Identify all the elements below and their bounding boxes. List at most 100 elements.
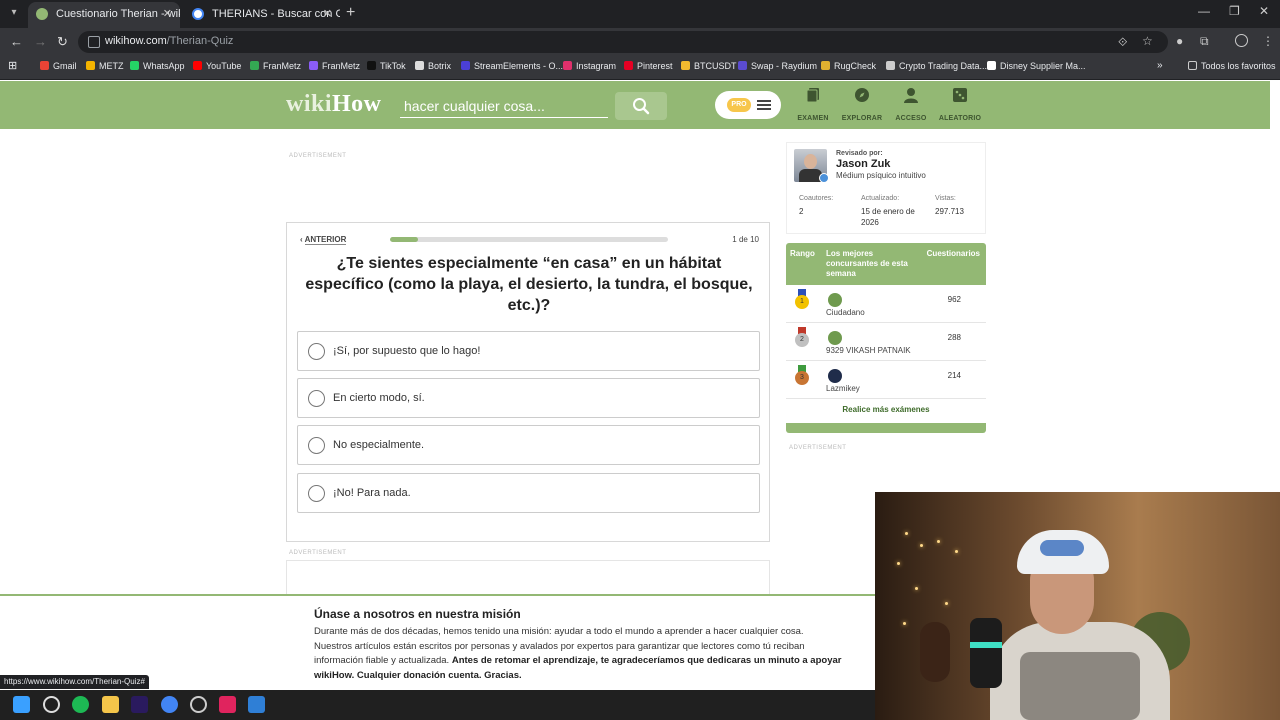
radio-button[interactable] (308, 343, 325, 360)
bookmark-favicon-icon (563, 61, 572, 70)
radio-button[interactable] (308, 390, 325, 407)
all-bookmarks-link[interactable]: Todos los favoritos (1188, 61, 1276, 71)
app-icon[interactable] (248, 696, 265, 713)
close-window-icon[interactable]: ✕ (1259, 4, 1269, 18)
forward-icon[interactable]: → (34, 34, 47, 49)
reviewer-label: Revisado por: (836, 150, 883, 157)
bookmark-item[interactable]: StreamElements - O... (461, 61, 563, 71)
windows-start-icon[interactable] (13, 696, 30, 713)
bookmark-item[interactable]: Crypto Trading Data... (886, 61, 987, 71)
apps-grid-icon[interactable]: ⊞ (8, 59, 17, 72)
tab-strip: ▾ Cuestionario Therian - wikiHow ✕ THERI… (0, 0, 1280, 28)
close-tab-icon[interactable]: ✕ (323, 2, 332, 26)
user-name[interactable]: 9329 VIKASH PATNAIK (826, 346, 911, 355)
answer-option-4[interactable]: ¡No! Para nada. (297, 473, 760, 513)
silver-medal-icon: 2 (795, 327, 809, 347)
spotify-icon[interactable] (72, 696, 89, 713)
progress-fill (390, 237, 418, 242)
bookmark-favicon-icon (193, 61, 202, 70)
toolbar: ← → ↻ wikihow.com/Therian-Quiz ⟐ ☆ ● ⧉ ⋮ (0, 28, 1280, 56)
answer-label: No especialmente. (333, 439, 425, 451)
answer-option-1[interactable]: ¡Sí, por supuesto que lo hago! (297, 331, 760, 371)
bookmark-item[interactable]: FranMetz (250, 61, 301, 71)
leaderboard-header: Rango Los mejores concursantes de esta s… (786, 243, 986, 285)
radio-button[interactable] (308, 485, 325, 502)
user-avatar[interactable] (828, 293, 842, 307)
close-tab-icon[interactable]: ✕ (163, 2, 172, 26)
user-name[interactable]: Ciudadano (826, 308, 865, 317)
compass-icon (855, 88, 869, 102)
nav-aleatorio[interactable]: ALEATORIO (935, 87, 985, 122)
tab-google[interactable]: THERIANS - Buscar con Google ✕ (184, 2, 340, 28)
answer-option-2[interactable]: En cierto modo, sí. (297, 378, 760, 418)
bookmark-item[interactable]: RugCheck (821, 61, 876, 71)
bookmark-favicon-icon (624, 61, 633, 70)
bookmark-item[interactable]: Gmail (40, 61, 77, 71)
bookmark-item[interactable]: Botrix (415, 61, 451, 71)
bookmark-item[interactable]: FranMetz (309, 61, 360, 71)
bookmark-item[interactable]: METZ (86, 61, 124, 71)
address-bar[interactable]: wikihow.com/Therian-Quiz ⟐ ☆ (78, 31, 1168, 53)
user-name[interactable]: Lazmikey (826, 384, 860, 393)
previous-link[interactable]: ‹ ANTERIOR (300, 235, 347, 245)
answer-option-3[interactable]: No especialmente. (297, 425, 760, 465)
advertisement-label: ADVERTISEMENT (289, 550, 347, 556)
tab-search-icon[interactable]: ▾ (6, 5, 22, 21)
bookmark-item[interactable]: Swap - Raydium (738, 61, 817, 71)
back-icon[interactable]: ← (10, 34, 23, 49)
site-info-icon[interactable] (88, 36, 100, 48)
bookmark-item[interactable]: Disney Supplier Ma... (987, 61, 1086, 71)
puzzle-icon[interactable]: ⧉ (1200, 34, 1209, 49)
premiere-icon[interactable] (131, 696, 148, 713)
tab-wikihow[interactable]: Cuestionario Therian - wikiHow ✕ (28, 2, 180, 28)
new-tab-button[interactable]: + (346, 4, 355, 22)
user-score: 962 (947, 295, 961, 304)
bookmark-item[interactable]: Instagram (563, 61, 616, 71)
pro-menu-button[interactable]: PRO (715, 91, 781, 119)
translate-icon[interactable]: ⟐ (1118, 35, 1127, 50)
bookmark-item[interactable]: Pinterest (624, 61, 673, 71)
donation-banner: Únase a nosotros en nuestra misión Duran… (0, 594, 876, 688)
radio-button[interactable] (308, 437, 325, 454)
bookmark-favicon-icon (886, 61, 895, 70)
bookmark-favicon-icon (309, 61, 318, 70)
more-quizzes-link[interactable]: Realice más exámenes (786, 405, 986, 414)
reviewer-name[interactable]: Jason Zuk (836, 158, 890, 170)
search-input[interactable] (400, 94, 608, 118)
leaderboard-row: 1 Ciudadano 962 (786, 285, 986, 323)
nav-explorar[interactable]: EXPLORAR (837, 87, 887, 122)
more-bookmarks-icon[interactable]: » (1157, 60, 1163, 71)
nav-examen[interactable]: EXAMEN (788, 87, 838, 122)
bookmark-item[interactable]: WhatsApp (130, 61, 185, 71)
file-explorer-icon[interactable] (102, 696, 119, 713)
tiktok-studio-icon[interactable] (219, 696, 236, 713)
bookmark-favicon-icon (821, 61, 830, 70)
search-icon[interactable] (43, 696, 60, 713)
bookmark-favicon-icon (461, 61, 470, 70)
bookmark-favicon-icon (415, 61, 424, 70)
dice-icon (953, 88, 967, 102)
user-avatar[interactable] (828, 369, 842, 383)
bookmarks-bar: ⊞ Gmail METZ WhatsApp YouTube FranMetz FranMe… (0, 56, 1280, 80)
bookmark-item[interactable]: BTCUSDT (681, 61, 737, 71)
leaderboard: Rango Los mejores concursantes de esta s… (786, 243, 986, 433)
wikihow-favicon-icon (36, 8, 48, 20)
bookmark-item[interactable]: YouTube (193, 61, 241, 71)
chevron-left-icon: ‹ (300, 235, 305, 244)
wikihow-logo[interactable]: wikiHow (286, 91, 382, 118)
restore-icon[interactable]: ❐ (1229, 4, 1240, 18)
chrome-icon[interactable] (161, 696, 178, 713)
reload-icon[interactable]: ↻ (57, 34, 68, 50)
bookmark-item[interactable]: TikTok (367, 61, 406, 71)
user-avatar[interactable] (828, 331, 842, 345)
nav-acceso[interactable]: ACCESO (886, 87, 936, 122)
bookmark-star-icon[interactable]: ☆ (1142, 34, 1153, 48)
search-button[interactable] (615, 92, 667, 120)
bronze-medal-icon: 3 (795, 365, 809, 385)
minimize-icon[interactable]: — (1198, 4, 1210, 18)
profile-icon[interactable] (1235, 34, 1248, 47)
site-header: wikiHow PRO EXAMEN EXPLORAR ACCESO ALEAT… (0, 81, 1270, 129)
extension-icon[interactable]: ● (1176, 34, 1183, 48)
obs-icon[interactable] (190, 696, 207, 713)
menu-kebab-icon[interactable]: ⋮ (1262, 34, 1274, 48)
